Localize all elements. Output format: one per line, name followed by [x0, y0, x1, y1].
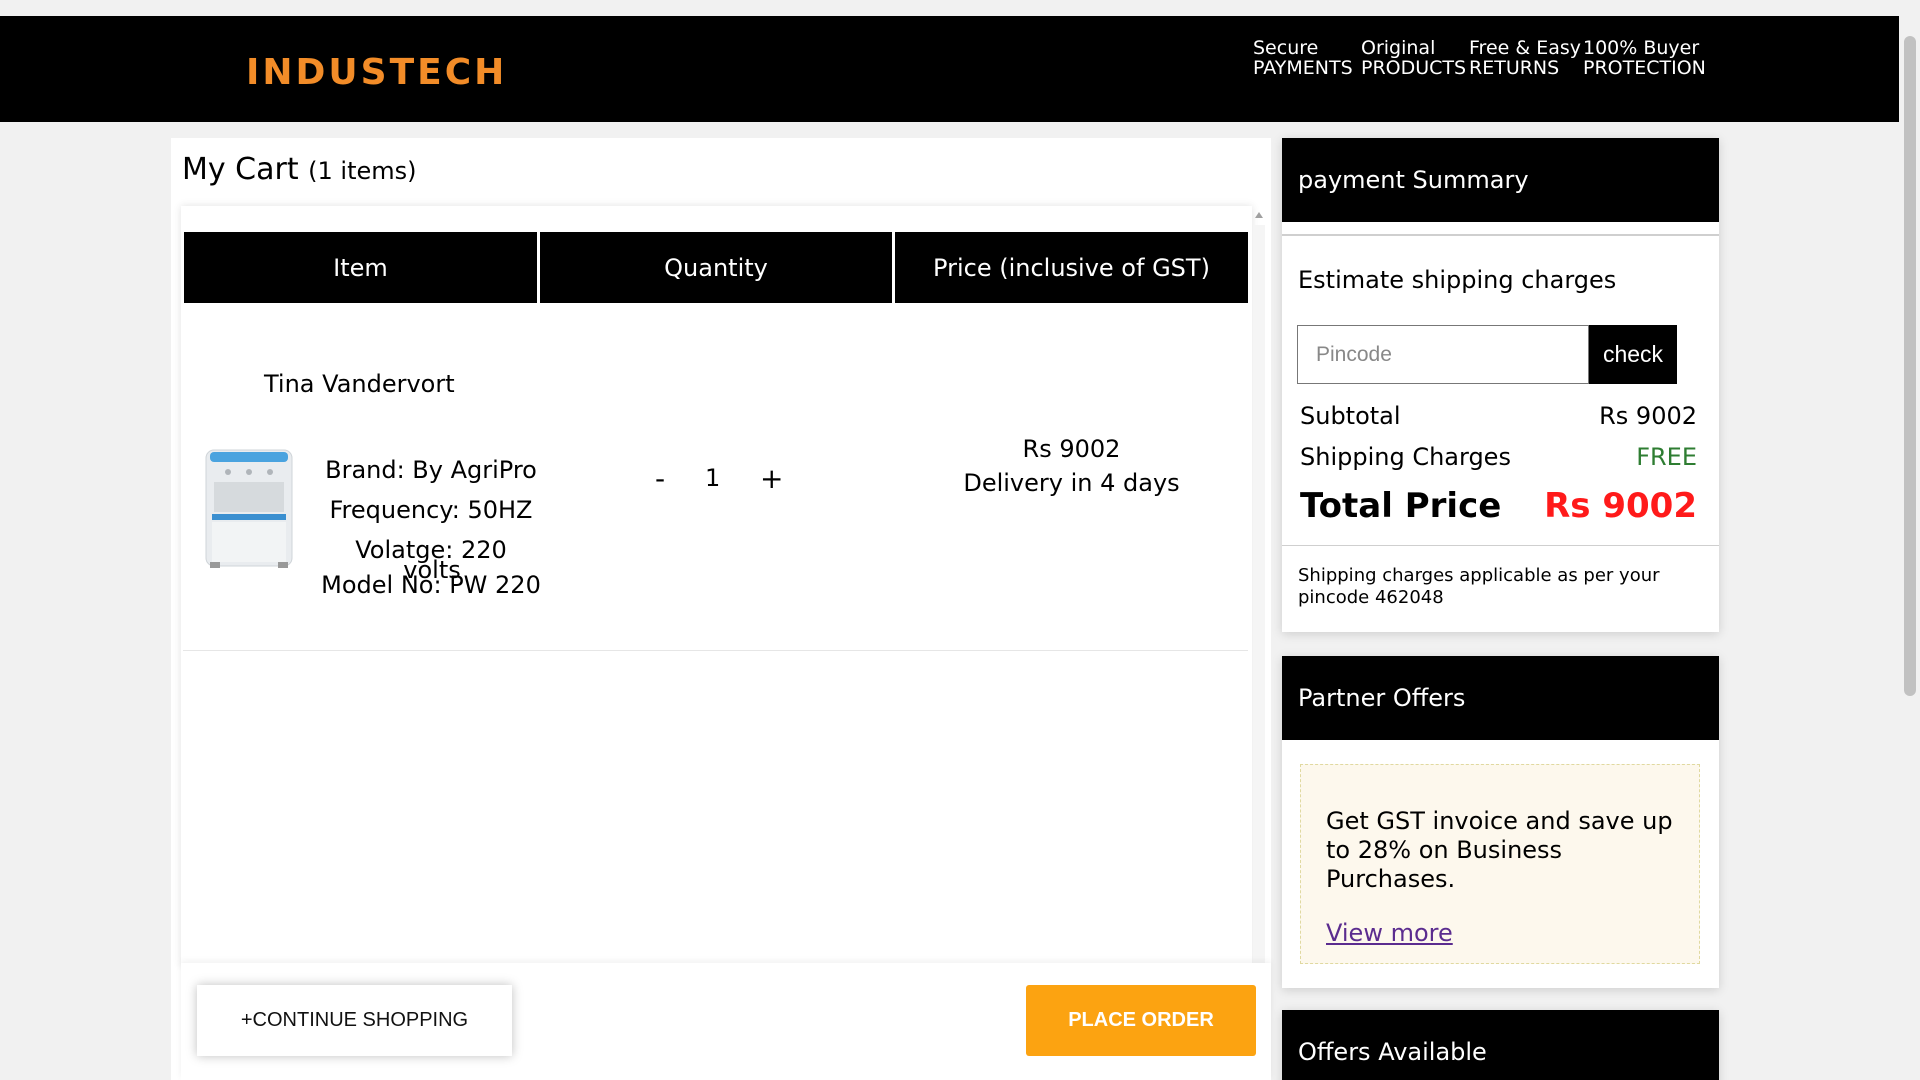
feature-line1: 100% Buyer: [1583, 37, 1700, 59]
brand-logo[interactable]: INDUSTECH: [246, 52, 507, 93]
column-header-price: Price (inclusive of GST): [895, 232, 1248, 303]
partner-offers-card: Partner Offers Get GST invoice and save …: [1282, 656, 1719, 988]
shipping-value: FREE: [1636, 443, 1697, 471]
feature-line2: RETURNS: [1469, 57, 1560, 79]
top-strip: [0, 0, 1920, 16]
header-features: Secure PAYMENTS Original PRODUCTS Free &…: [1253, 38, 1723, 78]
total-label: Total Price: [1300, 486, 1502, 526]
cart-title: My Cart (1 items): [182, 152, 417, 187]
total-row: Total Price Rs 9002: [1300, 486, 1697, 526]
cart-table-scrollbar[interactable]: [1253, 225, 1265, 965]
product-specs: Brand: By AgriPro Frequency: 50HZ Volatg…: [318, 450, 544, 599]
quantity-value: 1: [705, 464, 721, 492]
feature-line1: Free & Easy: [1469, 37, 1582, 59]
spec-brand: Brand: By AgriPro: [325, 456, 537, 484]
delivery-estimate: Delivery in 4 days: [963, 469, 1180, 497]
product-name[interactable]: Tina Vandervort: [264, 370, 455, 398]
divider: [1282, 234, 1719, 236]
spec-model: Model No: PW 220: [321, 571, 541, 599]
feature-buyer-protection: 100% Buyer PROTECTION: [1583, 38, 1723, 78]
cart-item-count: (1 items): [308, 157, 417, 185]
payment-summary-card: payment Summary Estimate shipping charge…: [1282, 138, 1719, 632]
subtotal-row: Subtotal Rs 9002: [1300, 402, 1697, 430]
payment-summary-title: payment Summary: [1282, 138, 1719, 222]
feature-original-products: Original PRODUCTS: [1361, 38, 1469, 78]
offers-available-card: Offers Available: [1282, 1010, 1719, 1080]
feature-line1: Original: [1361, 37, 1436, 59]
feature-secure-payments: Secure PAYMENTS: [1253, 38, 1361, 78]
item-price-cell: Rs 9002 Delivery in 4 days: [895, 432, 1248, 500]
quantity-increase-button[interactable]: +: [760, 462, 783, 495]
quantity-decrease-button[interactable]: -: [655, 462, 665, 495]
shipping-note: Shipping charges applicable as per your …: [1298, 565, 1660, 608]
feature-free-returns: Free & Easy RETURNS: [1469, 38, 1583, 78]
item-price: Rs 9002: [1022, 435, 1121, 463]
shipping-row: Shipping Charges FREE: [1300, 443, 1697, 471]
offer-box: Get GST invoice and save up to 28% on Bu…: [1300, 764, 1700, 964]
offers-available-title: Offers Available: [1282, 1010, 1719, 1080]
check-pincode-button[interactable]: check: [1589, 325, 1677, 384]
place-order-button[interactable]: PLACE ORDER: [1026, 985, 1256, 1056]
feature-line1: Secure: [1253, 37, 1319, 59]
column-header-item: Item: [184, 232, 537, 303]
subtotal-label: Subtotal: [1300, 402, 1401, 430]
feature-line2: PRODUCTS: [1361, 57, 1467, 79]
pincode-input[interactable]: [1297, 325, 1589, 384]
subtotal-value: Rs 9002: [1599, 402, 1697, 430]
spec-frequency: Frequency: 50HZ: [329, 496, 533, 524]
total-value: Rs 9002: [1544, 486, 1697, 526]
estimate-shipping-title: Estimate shipping charges: [1298, 266, 1617, 294]
scroll-up-arrow-icon[interactable]: [1255, 212, 1263, 218]
view-more-link[interactable]: View more: [1326, 919, 1453, 947]
product-image[interactable]: [202, 442, 296, 572]
offer-text: Get GST invoice and save up to 28% on Bu…: [1326, 807, 1673, 893]
cart-title-text: My Cart: [182, 152, 299, 187]
feature-line2: PAYMENTS: [1253, 57, 1353, 79]
page-scrollbar[interactable]: [1899, 16, 1920, 1080]
shipping-label: Shipping Charges: [1300, 443, 1511, 471]
site-header: INDUSTECH Secure PAYMENTS Original PRODU…: [0, 16, 1899, 122]
continue-shopping-button[interactable]: +CONTINUE SHOPPING: [197, 985, 512, 1056]
partner-offers-title: Partner Offers: [1282, 656, 1719, 740]
page-scrollbar-thumb[interactable]: [1904, 36, 1916, 696]
column-header-quantity: Quantity: [540, 232, 892, 303]
feature-line2: PROTECTION: [1583, 57, 1706, 79]
divider: [1282, 545, 1719, 546]
